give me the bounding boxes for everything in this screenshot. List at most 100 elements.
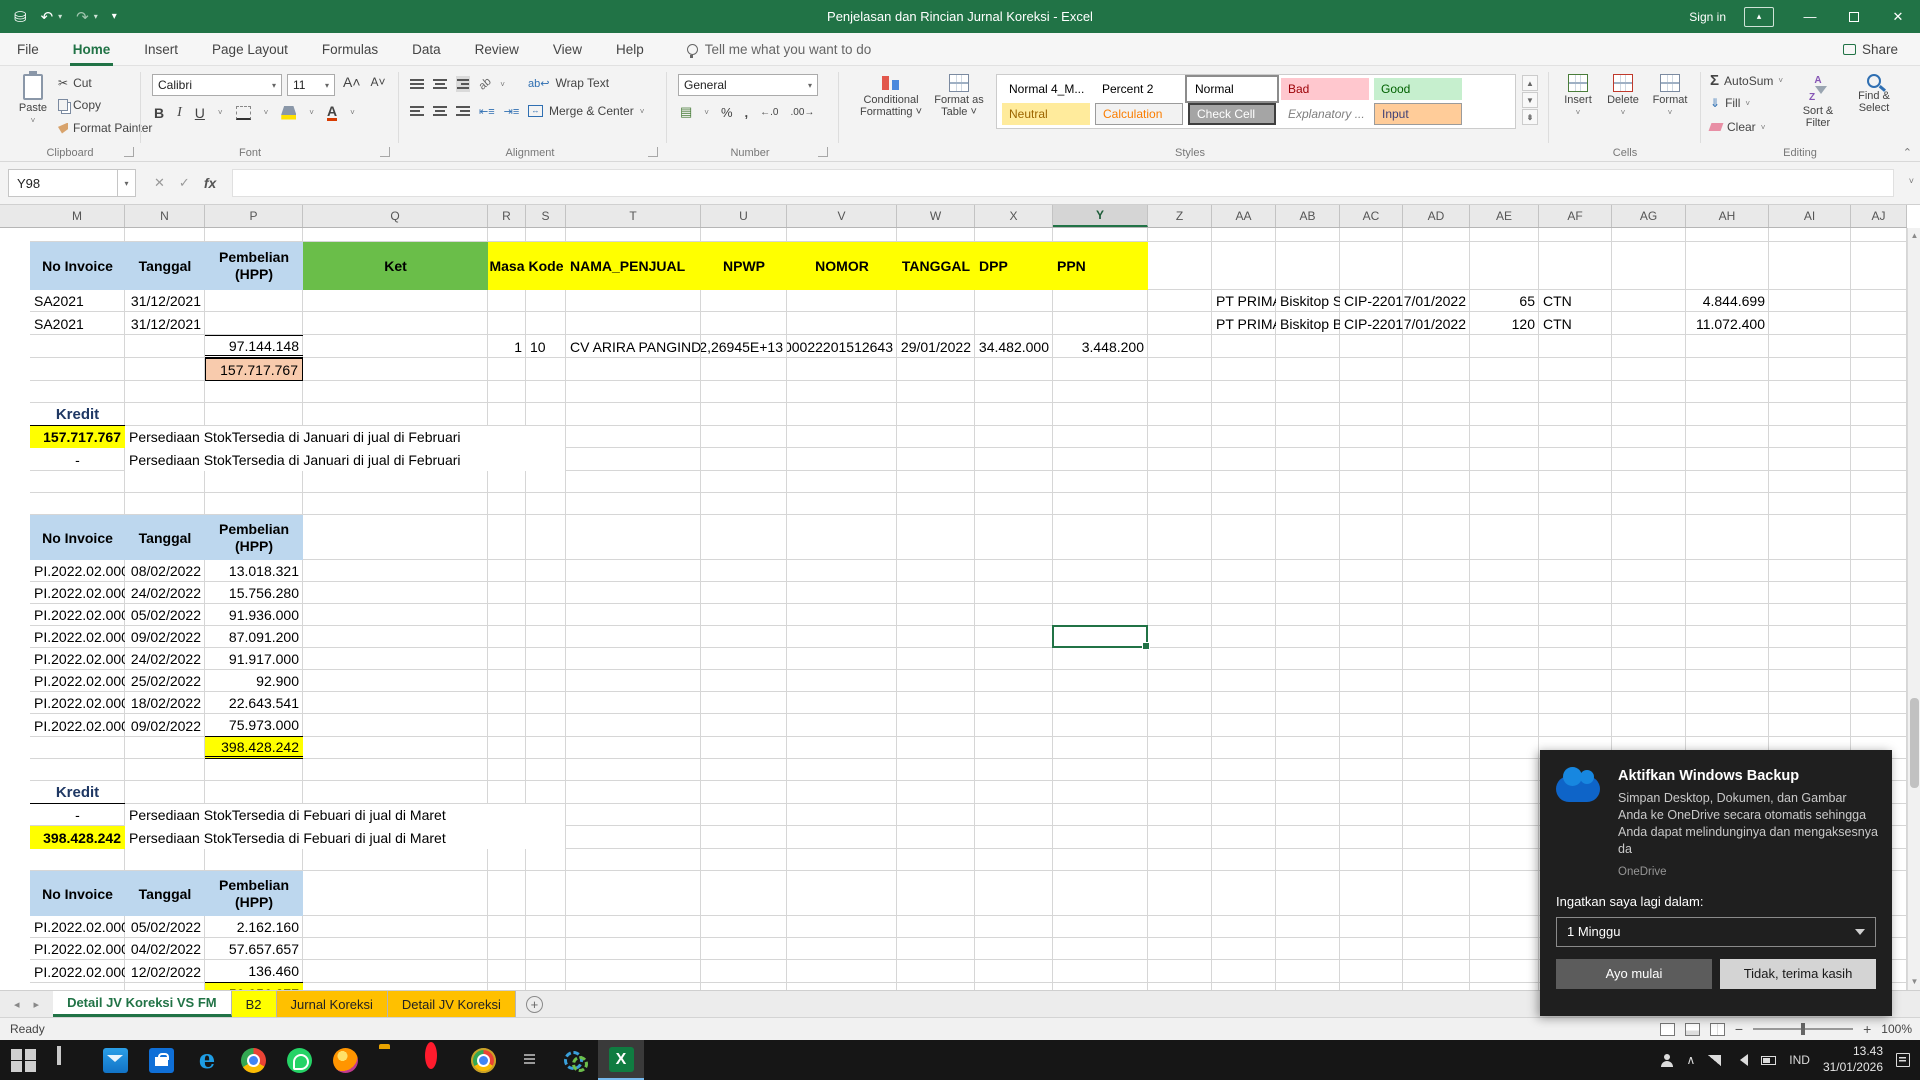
- cell-P87[interactable]: 157.717.767: [205, 358, 303, 381]
- cell-N90[interactable]: Persediaan StokTersedia di Januari di ju…: [125, 426, 565, 448]
- gallery-more-icon[interactable]: ⇟: [1522, 109, 1538, 125]
- page-layout-view-icon[interactable]: [1684, 1022, 1700, 1036]
- cell-V86[interactable]: 100022201512643: [787, 335, 897, 358]
- tell-me-box[interactable]: Tell me what you want to do: [686, 42, 871, 58]
- cell-AE84[interactable]: 65: [1470, 290, 1539, 312]
- cell-style-normal-4-m-[interactable]: Normal 4_M...: [1002, 78, 1090, 100]
- cell-S2[interactable]: Kode: [526, 242, 566, 290]
- cell-P99[interactable]: 91.917.000: [205, 648, 303, 670]
- column-header-W[interactable]: W: [897, 205, 975, 227]
- column-header-R[interactable]: R: [488, 205, 526, 227]
- cell-Y2[interactable]: PPN: [1053, 242, 1148, 290]
- cell-N97[interactable]: 05/02/2022: [125, 604, 205, 626]
- cell-AF85[interactable]: CTN: [1539, 312, 1612, 335]
- borders-icon[interactable]: [235, 105, 251, 120]
- get-started-button[interactable]: Ayo mulai: [1556, 958, 1712, 989]
- taskbar-icon-gears[interactable]: [552, 1040, 598, 1080]
- cell-style-check-cell[interactable]: Check Cell: [1188, 103, 1276, 125]
- new-sheet-button[interactable]: +: [525, 995, 543, 1013]
- percent-icon[interactable]: %: [721, 105, 733, 120]
- cell-M94[interactable]: No Invoice: [30, 515, 125, 560]
- expand-formula-bar-icon[interactable]: ˅: [1909, 176, 1914, 186]
- cell-W86[interactable]: 29/01/2022: [897, 335, 975, 358]
- close-button[interactable]: ✕: [1876, 0, 1920, 33]
- cell-Q2[interactable]: Ket: [303, 242, 488, 290]
- scrollbar-thumb[interactable]: [1910, 698, 1919, 788]
- decrease-font-icon[interactable]: A˅: [371, 75, 386, 89]
- redo-dropdown-icon[interactable]: ▾: [94, 12, 98, 21]
- gallery-down-icon[interactable]: ▼: [1522, 92, 1538, 108]
- name-box-dropdown-icon[interactable]: ▾: [118, 169, 136, 197]
- cell-N96[interactable]: 24/02/2022: [125, 582, 205, 604]
- cell-AE85[interactable]: 120: [1470, 312, 1539, 335]
- cell-T86[interactable]: CV ARIRA PANGINDO: [566, 335, 701, 358]
- cell-style-good[interactable]: Good: [1374, 78, 1462, 100]
- cell-M111[interactable]: PI.2022.02.00001: [30, 938, 125, 960]
- cell-AD85[interactable]: 17/01/2022: [1403, 312, 1470, 335]
- language-indicator[interactable]: IND: [1789, 1053, 1810, 1067]
- taskbar-icon-chrome[interactable]: [230, 1040, 276, 1080]
- formula-input[interactable]: [232, 169, 1894, 197]
- taskbar-icon-notes[interactable]: [506, 1040, 552, 1080]
- column-header-Q[interactable]: Q: [303, 205, 488, 227]
- cell-P102[interactable]: 75.973.000: [205, 714, 303, 737]
- zoom-in-icon[interactable]: +: [1863, 1021, 1871, 1037]
- column-header-AH[interactable]: AH: [1686, 205, 1769, 227]
- cell-T2[interactable]: NAMA_PENJUAL: [566, 242, 701, 290]
- cell-M84[interactable]: SA2021: [30, 290, 125, 312]
- cell-M95[interactable]: PI.2022.02.00007: [30, 560, 125, 582]
- cell-N95[interactable]: 08/02/2022: [125, 560, 205, 582]
- align-center-icon[interactable]: [433, 104, 447, 118]
- column-header-AG[interactable]: AG: [1612, 205, 1686, 227]
- taskbar-icon-edge[interactable]: e: [184, 1040, 230, 1080]
- insert-function-icon[interactable]: fx: [204, 175, 216, 191]
- gallery-up-icon[interactable]: ▲: [1522, 75, 1538, 91]
- decrease-indent-icon[interactable]: ⇤≡: [479, 105, 495, 118]
- tab-file[interactable]: File: [0, 33, 56, 66]
- cell-N99[interactable]: 24/02/2022: [125, 648, 205, 670]
- tab-data[interactable]: Data: [395, 33, 458, 66]
- battery-icon[interactable]: [1761, 1055, 1777, 1065]
- cell-AB85[interactable]: Biskitop Bu: [1276, 312, 1340, 335]
- taskbar-icon-start[interactable]: [0, 1040, 46, 1080]
- cell-M109[interactable]: No Invoice: [30, 871, 125, 916]
- zoom-slider-handle[interactable]: [1801, 1023, 1806, 1035]
- cell-M90[interactable]: 157.717.767: [30, 426, 125, 448]
- undo-dropdown-icon[interactable]: ▾: [58, 12, 62, 21]
- cell-P95[interactable]: 13.018.321: [205, 560, 303, 582]
- increase-decimal-icon[interactable]: ←.0: [760, 107, 778, 118]
- action-center-icon[interactable]: [1896, 1053, 1910, 1067]
- column-header-AB[interactable]: AB: [1276, 205, 1340, 227]
- cell-style-percent-2[interactable]: Percent 2: [1095, 78, 1183, 100]
- conditional-formatting-button[interactable]: Conditional Formatting ˅: [852, 74, 930, 118]
- sign-in-button[interactable]: Sign in: [1689, 10, 1726, 24]
- cell-N100[interactable]: 25/02/2022: [125, 670, 205, 692]
- column-header-S[interactable]: S: [526, 205, 566, 227]
- column-header-X[interactable]: X: [975, 205, 1053, 227]
- find-select-button[interactable]: Find & Select: [1848, 74, 1900, 114]
- fill-button[interactable]: ⇓ Fill ˅: [1710, 96, 1750, 110]
- gallery-scroll-buttons[interactable]: ▲ ▼ ⇟: [1522, 75, 1538, 125]
- cell-M97[interactable]: PI.2022.02.00057: [30, 604, 125, 626]
- cell-P98[interactable]: 87.091.200: [205, 626, 303, 648]
- cell-X86[interactable]: 34.482.000: [975, 335, 1053, 358]
- cell-N110[interactable]: 05/02/2022: [125, 916, 205, 938]
- zoom-slider[interactable]: [1753, 1023, 1854, 1035]
- cell-style-explanatory-[interactable]: Explanatory ...: [1281, 103, 1369, 125]
- cell-M99[interactable]: PI.2022.02.00044: [30, 648, 125, 670]
- cell-N85[interactable]: 31/12/2021: [125, 312, 205, 335]
- cell-M106[interactable]: -: [30, 804, 125, 826]
- selected-cell-outline[interactable]: [1052, 625, 1150, 650]
- increase-indent-icon[interactable]: ⇥≡: [504, 105, 520, 118]
- zoom-level[interactable]: 100%: [1881, 1022, 1912, 1036]
- cell-M89[interactable]: Kredit: [30, 403, 125, 426]
- remind-interval-select[interactable]: 1 Minggu: [1556, 916, 1876, 947]
- cell-AF84[interactable]: CTN: [1539, 290, 1612, 312]
- cell-M112[interactable]: PI.2022.02.00010: [30, 960, 125, 983]
- sheet-tab-b2[interactable]: B2: [231, 991, 277, 1017]
- alignment-dialog-launcher-icon[interactable]: [648, 147, 658, 157]
- ribbon-display-options-icon[interactable]: ▴: [1744, 6, 1774, 27]
- tab-help[interactable]: Help: [599, 33, 661, 66]
- cell-M2[interactable]: No Invoice: [30, 242, 125, 290]
- cell-V2[interactable]: NOMOR: [787, 242, 897, 290]
